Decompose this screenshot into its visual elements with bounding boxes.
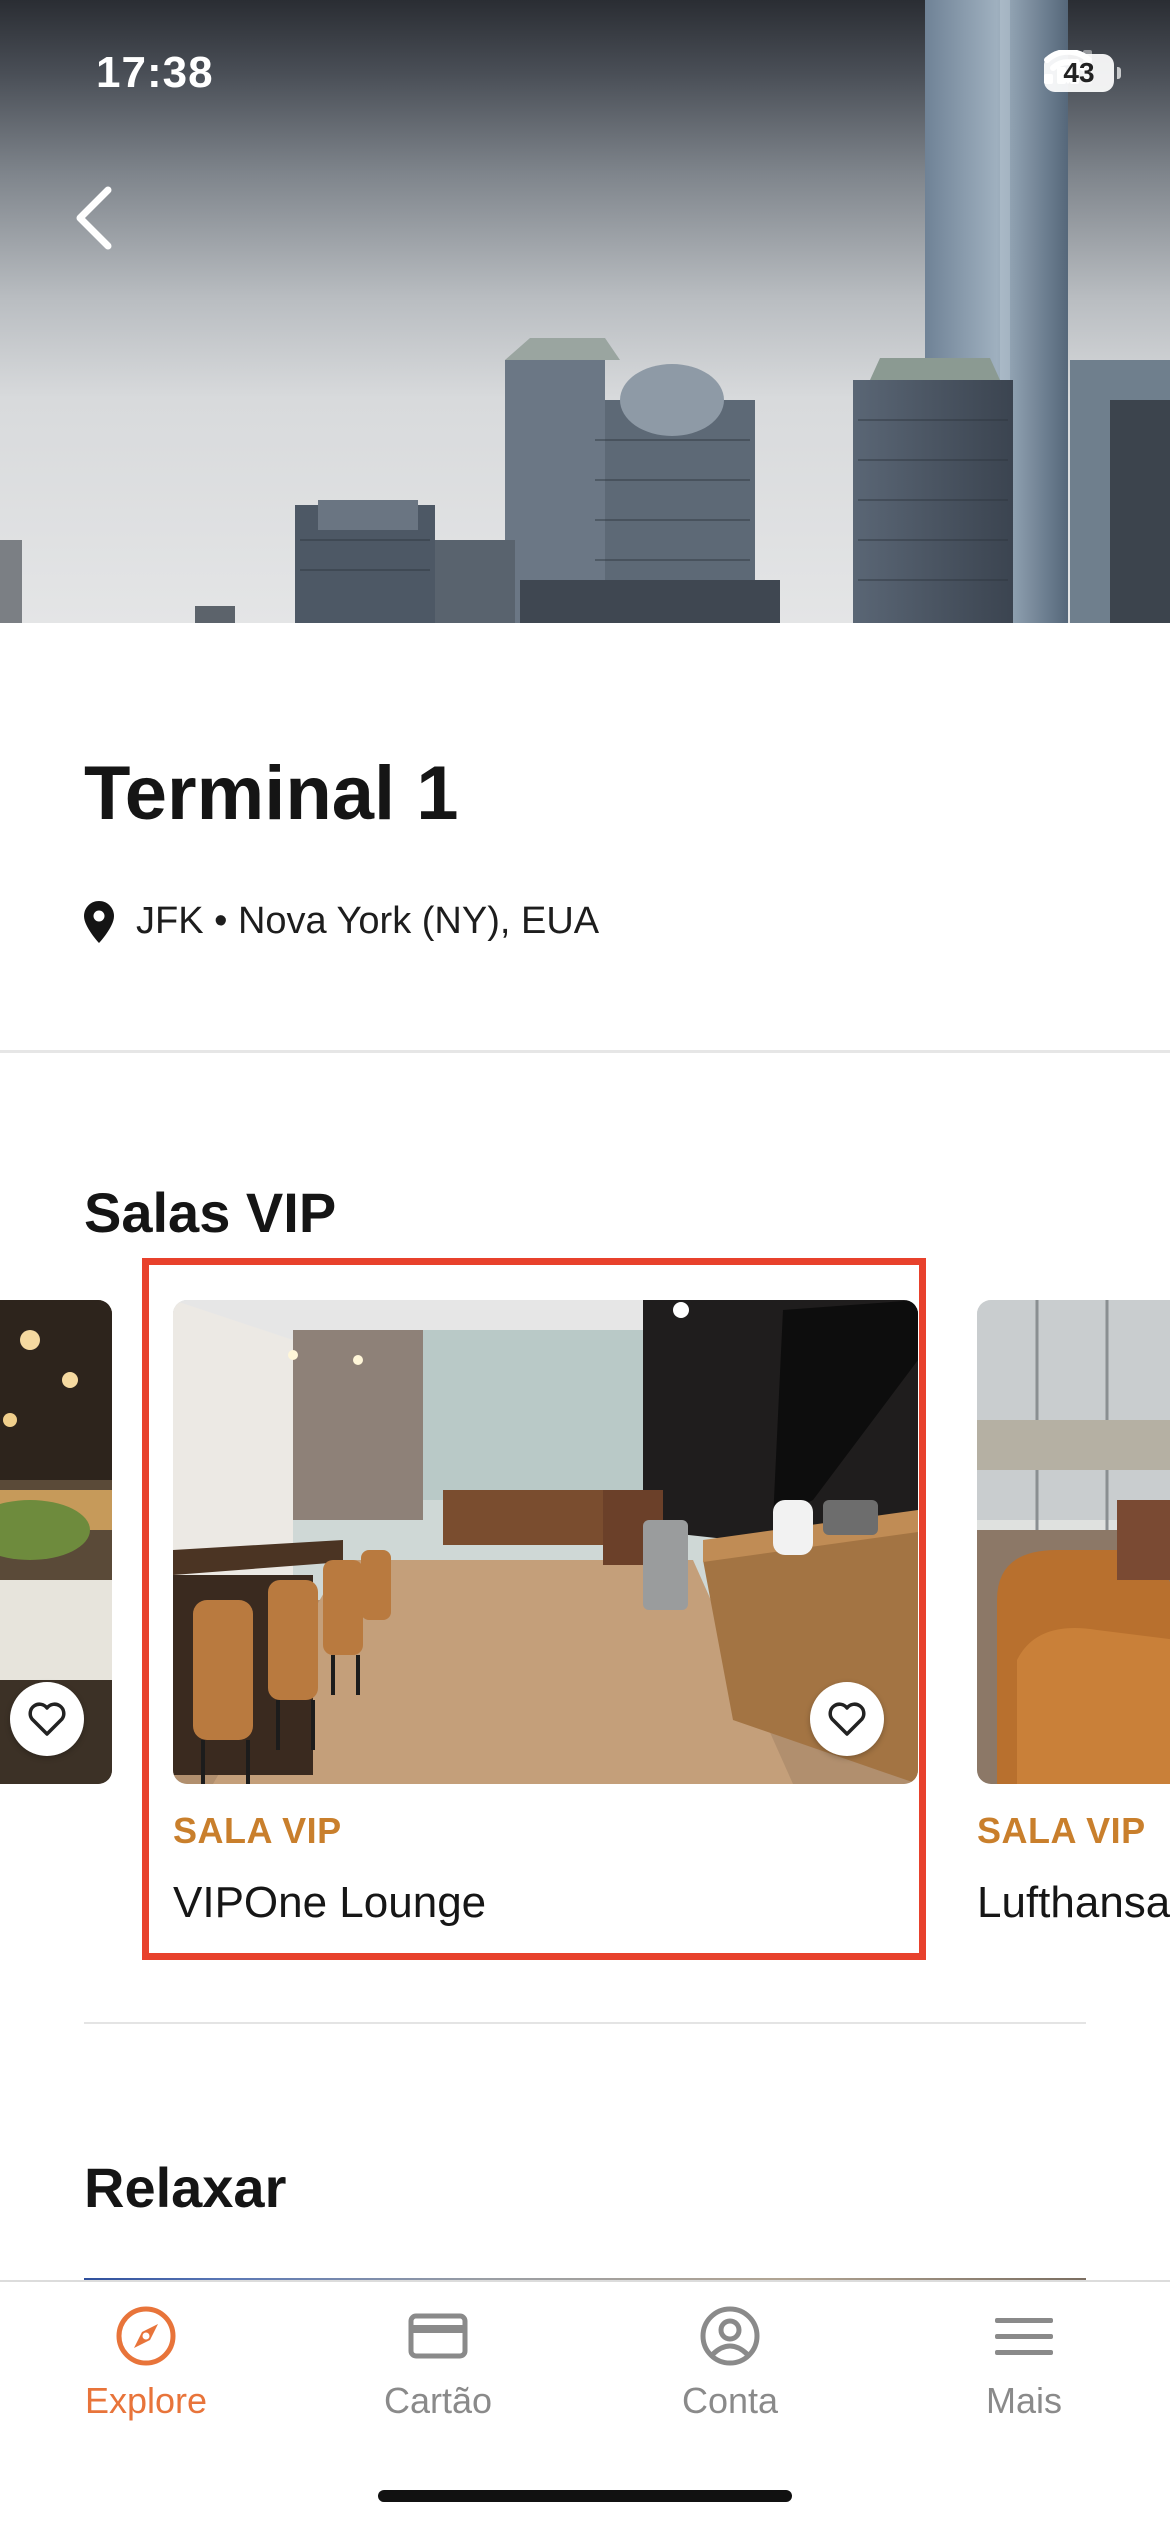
tab-account[interactable]: Conta xyxy=(620,2304,840,2454)
lounge-category: SALA VIP xyxy=(977,1810,1146,1851)
tab-explore[interactable]: Explore xyxy=(36,2304,256,2454)
section-title-relax: Relaxar xyxy=(84,2156,287,2219)
divider xyxy=(84,2022,1086,2024)
divider xyxy=(0,1050,1170,1053)
battery-icon: 43 xyxy=(1044,54,1121,92)
tab-label: Explore xyxy=(84,2380,208,2421)
compass-icon xyxy=(116,2306,176,2366)
status-icons: 43 xyxy=(1044,50,1121,96)
tab-more[interactable]: Mais xyxy=(914,2304,1134,2454)
home-indicator xyxy=(378,2490,792,2502)
section-title-lounges: Salas VIP xyxy=(84,1181,337,1244)
heart-icon xyxy=(28,1702,66,1736)
favorite-button[interactable] xyxy=(10,1682,84,1756)
location-row: JFK • Nova York (NY), EUA xyxy=(84,900,599,943)
back-button[interactable] xyxy=(62,178,132,258)
tab-label: Conta xyxy=(681,2380,779,2421)
chevron-left-icon xyxy=(76,186,112,250)
lounge-image xyxy=(977,1300,1170,1784)
location-pin-icon xyxy=(84,900,114,943)
location-text: JFK • Nova York (NY), EUA xyxy=(136,900,600,942)
hero-image: 17:38 43 xyxy=(0,0,1170,623)
lounge-name: Lufthansa xyxy=(977,1878,1170,1927)
account-icon xyxy=(700,2306,760,2366)
tab-card[interactable]: Cartão xyxy=(328,2304,548,2454)
tab-label: Cartão xyxy=(383,2380,493,2421)
status-time: 17:38 xyxy=(96,48,214,97)
tab-label: Mais xyxy=(985,2380,1062,2421)
menu-icon xyxy=(995,2318,1053,2355)
card-icon xyxy=(408,2313,468,2359)
selection-highlight xyxy=(142,1258,926,1960)
page-title: Terminal 1 xyxy=(84,751,459,836)
